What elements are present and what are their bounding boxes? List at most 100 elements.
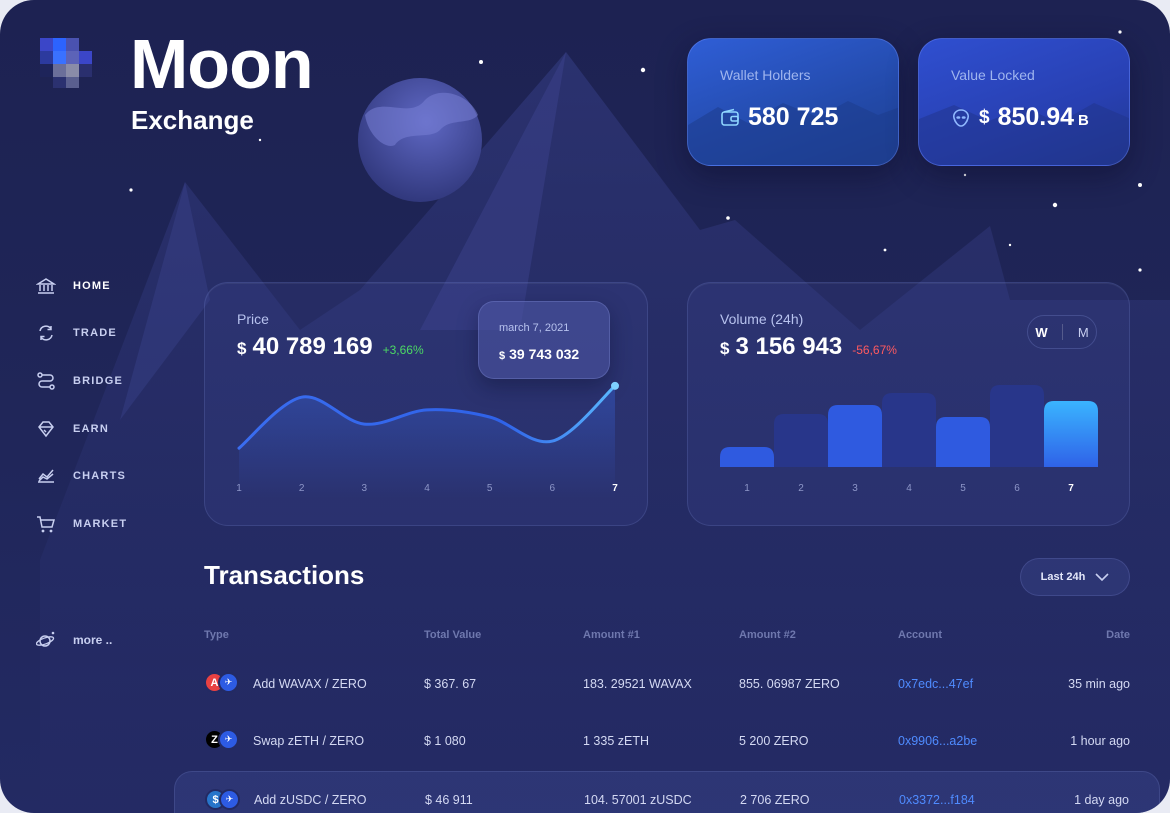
currency-symbol: $ — [979, 106, 990, 128]
sidebar-item-market[interactable]: MARKET — [36, 500, 127, 548]
sidebar-item-label: EARN — [73, 422, 109, 435]
tx-total: $ 367. 67 — [424, 677, 477, 691]
brand-logo — [40, 38, 92, 88]
sidebar-item-bridge[interactable]: BRIDGE — [36, 357, 127, 405]
x-tick-label: 6 — [1014, 483, 1020, 494]
stat-value: 580 725 — [720, 103, 838, 132]
tx-amount2: 5 200 ZERO — [739, 734, 809, 748]
x-tick-label: 3 — [361, 483, 368, 494]
sidebar-item-earn[interactable]: EARN — [36, 405, 127, 453]
table-row[interactable]: $ ✈ Add zUSDC / ZERO $ 46 911 104. 57001… — [174, 771, 1160, 813]
column-header-account[interactable]: Account — [898, 629, 942, 641]
app-window: Moon Exchange Wallet Holders 580 725 Val… — [0, 0, 1170, 813]
x-tick-label: 1 — [236, 483, 242, 494]
column-header-amount1[interactable]: Amount #1 — [583, 629, 640, 641]
swap-icon — [39, 325, 53, 341]
tx-amount2: 855. 06987 ZERO — [739, 677, 840, 691]
volume-bar[interactable] — [990, 385, 1044, 467]
tx-account-link[interactable]: 0x7edc...47ef — [898, 677, 973, 691]
token-pair-icons: Z ✈ — [204, 729, 242, 751]
tx-date: 1 day ago — [1074, 793, 1129, 807]
time-filter-dropdown[interactable]: Last 24h — [1020, 558, 1130, 596]
zero-token-icon: ✈ — [218, 729, 239, 750]
value-suffix: B — [1078, 112, 1089, 129]
cart-icon — [37, 516, 55, 533]
sidebar-item-label: HOME — [73, 279, 111, 292]
tx-account-link[interactable]: 0x9906...a2be — [898, 734, 977, 748]
zero-token-icon: ✈ — [219, 789, 240, 810]
tx-total: $ 46 911 — [425, 793, 473, 807]
app-title: Moon — [130, 25, 314, 103]
stat-label: Wallet Holders — [720, 67, 811, 83]
zero-token-icon: ✈ — [218, 672, 239, 693]
table-row[interactable]: A ✈ Add WAVAX / ZERO $ 367. 67 183. 2952… — [174, 656, 1160, 713]
wallet-holders-value: 580 725 — [748, 103, 839, 131]
sidebar-item-home[interactable]: HOME — [36, 262, 127, 310]
x-tick-label: 1 — [744, 483, 750, 494]
x-tick-label: 5 — [960, 483, 966, 494]
diamond-icon — [38, 420, 54, 437]
alien-coin-icon — [953, 108, 969, 127]
price-point-marker[interactable] — [611, 381, 619, 390]
x-tick-label: 6 — [549, 483, 556, 494]
volume-bar[interactable] — [882, 393, 936, 467]
volume-chart-card: Volume (24h) $ 3 156 943 -56,67% W M 123… — [687, 282, 1130, 526]
x-tick-label: 4 — [906, 483, 912, 494]
chevron-down-icon — [1095, 573, 1109, 582]
tx-amount1: 104. 57001 zUSDC — [584, 793, 692, 807]
sidebar-item-label: TRADE — [73, 327, 117, 340]
volume-bar[interactable] — [774, 414, 828, 467]
bank-icon — [36, 277, 56, 294]
transactions-title: Transactions — [204, 560, 365, 590]
tx-account-link[interactable]: 0x3372...f184 — [899, 793, 975, 807]
tx-date: 35 min ago — [1068, 677, 1130, 691]
stat-label: Value Locked — [951, 67, 1035, 83]
tx-type: Add WAVAX / ZERO — [253, 677, 367, 691]
chart-icon — [38, 469, 54, 483]
x-tick-label: 7 — [1068, 483, 1074, 494]
tx-total: $ 1 080 — [424, 734, 466, 748]
wallet-icon — [721, 108, 739, 126]
value-locked-value: 850.94 — [997, 103, 1075, 131]
table-row[interactable]: Z ✈ Swap zETH / ZERO $ 1 080 1 335 zETH … — [174, 713, 1160, 770]
volume-bar[interactable] — [1044, 401, 1098, 467]
moon-planet — [358, 78, 482, 202]
column-header-type[interactable]: Type — [204, 629, 229, 641]
volume-bar[interactable] — [828, 405, 882, 467]
volume-x-axis: 1 2 3 4 5 6 7 — [688, 483, 1129, 497]
x-tick-label: 2 — [798, 483, 804, 494]
x-tick-label: 4 — [424, 483, 430, 494]
more-button[interactable]: more .. — [36, 630, 112, 650]
sidebar-item-charts[interactable]: CHARTS — [36, 452, 127, 500]
column-header-date[interactable]: Date — [1106, 629, 1130, 641]
stat-value: $ 850.94 B — [951, 103, 1089, 132]
value-locked-card[interactable]: Value Locked $ 850.94 B — [918, 38, 1130, 166]
sidebar-item-label: BRIDGE — [73, 374, 123, 387]
app-subtitle: Exchange — [131, 105, 254, 135]
wallet-holders-card[interactable]: Wallet Holders 580 725 — [687, 38, 899, 166]
price-area-fill — [239, 385, 615, 498]
price-chart-card: Price $ 40 789 169 +3,66% march 7, 2021 … — [204, 282, 648, 526]
tx-amount1: 1 335 zETH — [583, 734, 650, 748]
sidebar-nav: HOME TRADE BRIDGE EARN CHARTS MARKET — [36, 262, 127, 548]
x-tick-label: 7 — [612, 483, 618, 494]
route-icon — [37, 372, 55, 390]
sidebar-item-label: MARKET — [73, 517, 128, 530]
x-tick-label: 5 — [486, 483, 493, 494]
tx-amount1: 183. 29521 WAVAX — [583, 677, 692, 691]
more-label: more .. — [73, 633, 113, 647]
volume-bar[interactable] — [936, 417, 990, 467]
tx-type: Add zUSDC / ZERO — [254, 793, 367, 807]
token-pair-icons: $ ✈ — [205, 789, 243, 811]
filter-label: Last 24h — [1040, 571, 1086, 583]
token-pair-icons: A ✈ — [204, 672, 242, 694]
column-header-total[interactable]: Total Value — [424, 629, 481, 641]
tx-amount2: 2 706 ZERO — [740, 793, 810, 807]
planet-icon — [36, 631, 55, 647]
sidebar-item-trade[interactable]: TRADE — [36, 310, 127, 358]
x-tick-label: 3 — [852, 483, 858, 494]
volume-bar[interactable] — [720, 447, 774, 467]
price-x-axis: 1 2 3 4 5 6 7 — [205, 483, 647, 497]
column-header-amount2[interactable]: Amount #2 — [739, 629, 796, 641]
x-tick-label: 2 — [298, 483, 305, 494]
